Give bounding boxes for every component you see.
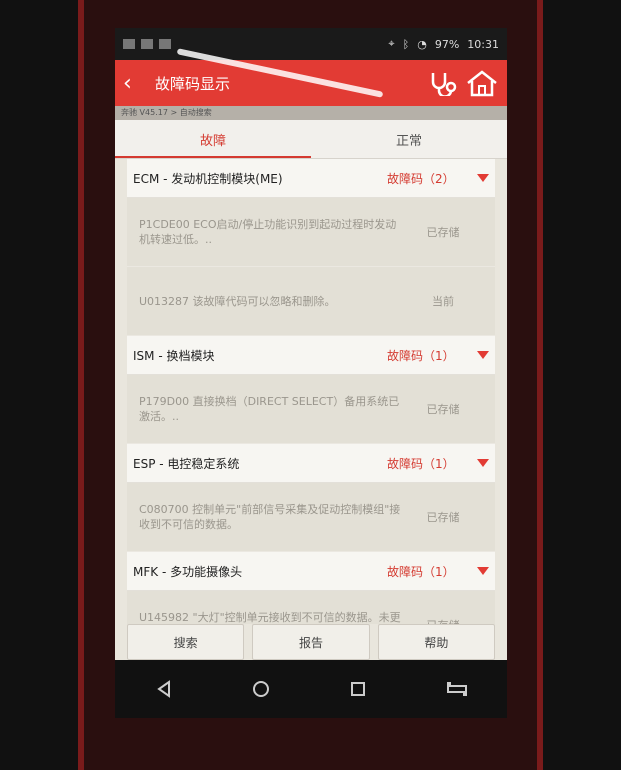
status-bar: ⌖ ᛒ ◔ 97% 10:31: [115, 28, 507, 60]
fault-description: U013287 该故障代码可以忽略和删除。: [139, 294, 336, 308]
vci-connection-icon[interactable]: [446, 680, 468, 698]
module-list: ECM - 发动机控制模块(ME) 故障码（2） P1CDE00 ECO启动/停…: [115, 159, 507, 660]
fault-status: 已存储: [426, 511, 460, 524]
fault-count: 故障码（1）: [387, 348, 455, 363]
screen: ⌖ ᛒ ◔ 97% 10:31 ‹ 故障码显示 奔驰 V45.17 > 自动搜索…: [115, 28, 507, 718]
action-bar: 搜索 报告 帮助: [115, 624, 507, 660]
tab-normal[interactable]: 正常: [311, 120, 507, 158]
fault-item[interactable]: C080700 控制单元"前部信号采集及促动控制模组"接收到不可信的数据。 已存…: [127, 483, 495, 552]
fault-count: 故障码（1）: [387, 564, 455, 579]
notification-icon: [123, 39, 135, 49]
notification-icon: [159, 39, 171, 49]
notification-icons: [123, 39, 171, 49]
fault-description: P179D00 直接换档（DIRECT SELECT）备用系统已激活。..: [139, 395, 400, 423]
nav-home-icon[interactable]: [252, 680, 270, 698]
tab-bar: 故障 正常: [115, 120, 507, 159]
expand-triangle-icon[interactable]: [477, 351, 489, 359]
location-icon: ⌖: [388, 37, 395, 50]
system-nav-bar: [115, 660, 507, 718]
expand-triangle-icon[interactable]: [477, 459, 489, 467]
notification-icon: [141, 39, 153, 49]
home-icon[interactable]: [465, 69, 499, 97]
fault-status: 当前: [432, 295, 454, 308]
wifi-icon: ◔: [417, 37, 427, 51]
module-name: MFK - 多功能摄像头: [133, 564, 243, 579]
clock: 10:31: [467, 37, 499, 51]
module-header[interactable]: ESP - 电控稳定系统 故障码（1）: [127, 444, 495, 483]
module-name: ISM - 换档模块: [133, 348, 215, 363]
module-header[interactable]: MFK - 多功能摄像头 故障码（1）: [127, 552, 495, 591]
tab-fault[interactable]: 故障: [115, 120, 311, 158]
app-bar: ‹ 故障码显示: [115, 60, 507, 106]
fault-count: 故障码（1）: [387, 456, 455, 471]
module-name: ESP - 电控稳定系统: [133, 456, 240, 471]
fault-count: 故障码（2）: [387, 171, 455, 186]
report-button[interactable]: 报告: [252, 624, 370, 660]
fault-item[interactable]: P1CDE00 ECO启动/停止功能识别到起动过程时发动机转速过低。.. 已存储: [127, 198, 495, 267]
battery-level: 97%: [434, 37, 460, 51]
expand-triangle-icon[interactable]: [477, 174, 489, 182]
module-header[interactable]: ISM - 换档模块 故障码（1）: [127, 336, 495, 375]
nav-back-icon[interactable]: [155, 680, 173, 698]
help-button[interactable]: 帮助: [377, 624, 495, 660]
search-button[interactable]: 搜索: [127, 624, 245, 660]
nav-recents-icon[interactable]: [349, 680, 367, 698]
breadcrumb: 奔驰 V45.17 > 自动搜索: [115, 106, 507, 120]
fault-description: P1CDE00 ECO启动/停止功能识别到起动过程时发动机转速过低。..: [139, 218, 397, 246]
fault-item[interactable]: U013287 该故障代码可以忽略和删除。 当前: [127, 267, 495, 336]
expand-triangle-icon[interactable]: [477, 567, 489, 575]
module-name: ECM - 发动机控制模块(ME): [133, 171, 283, 186]
bluetooth-icon: ᛒ: [402, 37, 410, 51]
fault-item[interactable]: P179D00 直接换档（DIRECT SELECT）备用系统已激活。.. 已存…: [127, 375, 495, 444]
fault-status: 已存储: [426, 403, 460, 416]
module-header[interactable]: ECM - 发动机控制模块(ME) 故障码（2）: [127, 159, 495, 198]
fault-status: 已存储: [426, 226, 460, 239]
back-arrow-icon[interactable]: ‹: [123, 71, 147, 96]
fault-description: C080700 控制单元"前部信号采集及促动控制模组"接收到不可信的数据。: [139, 503, 401, 531]
diagnostic-icon[interactable]: [429, 70, 459, 96]
